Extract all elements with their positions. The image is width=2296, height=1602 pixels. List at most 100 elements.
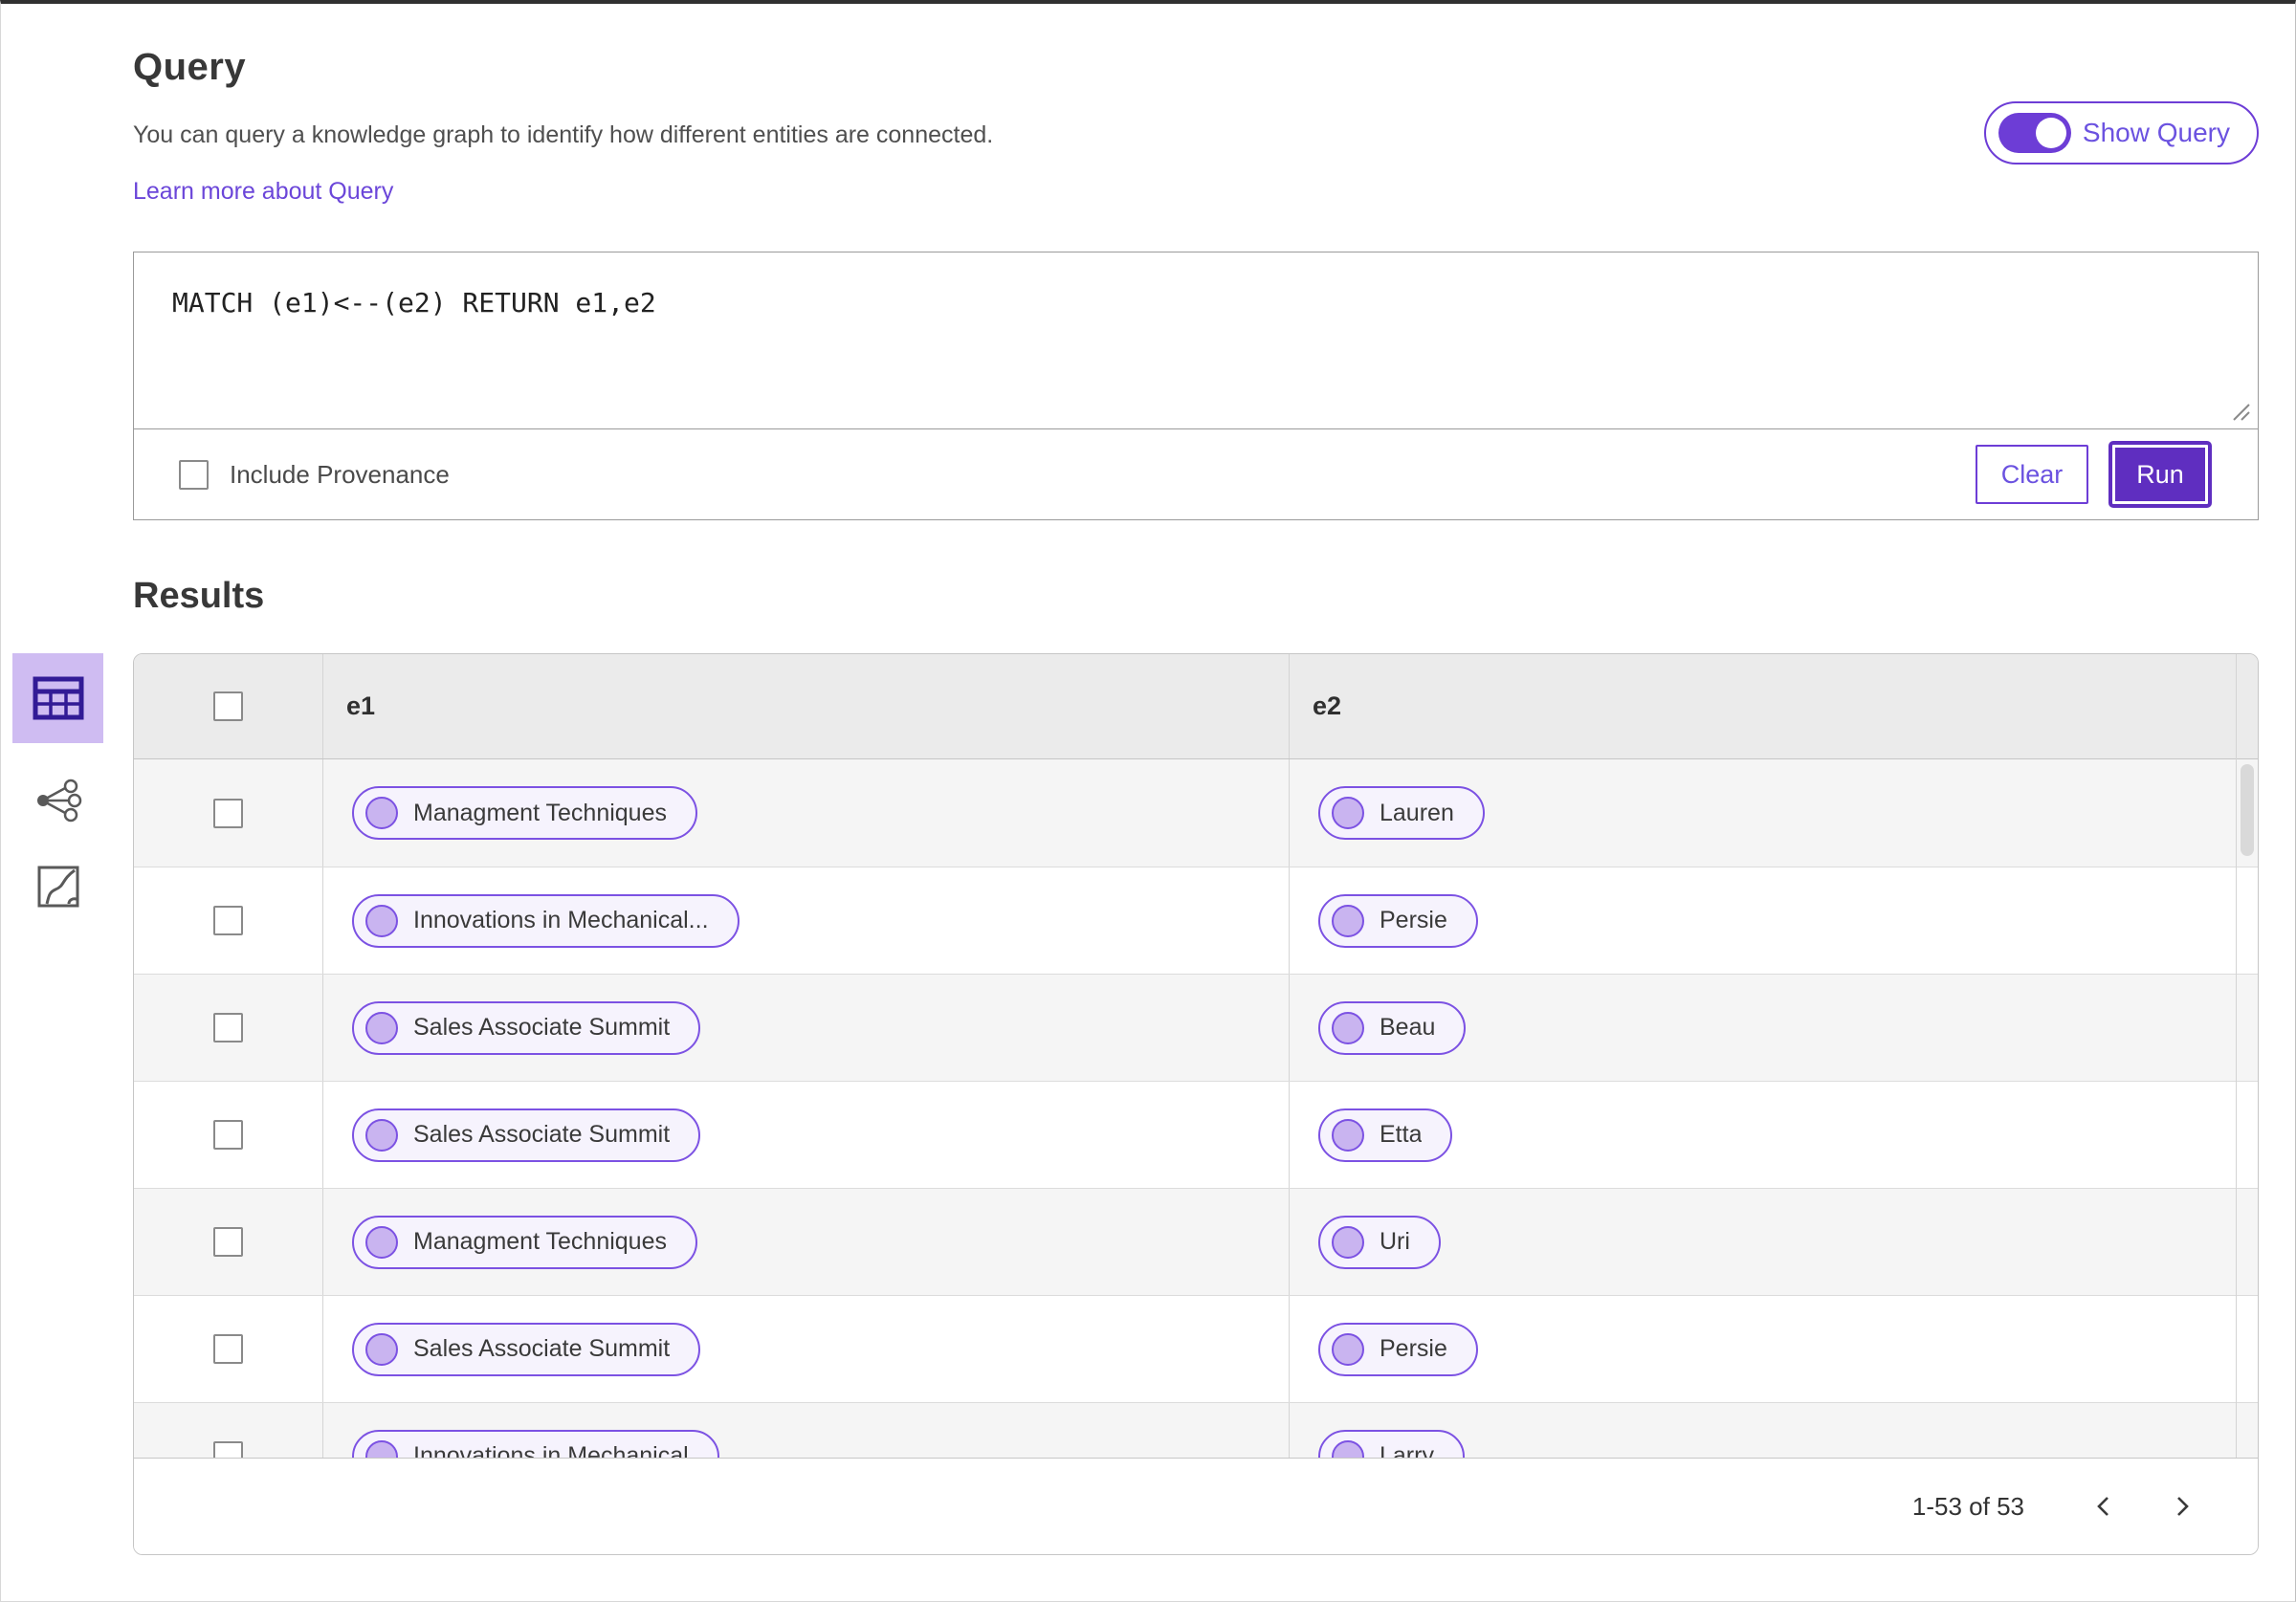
row-checkbox-cell — [134, 798, 322, 828]
learn-more-link[interactable]: Learn more about Query — [133, 178, 393, 206]
table-header-row: e1 e2 — [134, 654, 2258, 759]
entity-node-icon — [1332, 797, 1364, 829]
table-footer: 1-53 of 53 — [134, 1458, 2258, 1554]
entity-label: Sales Associate Summit — [413, 1121, 671, 1148]
row-cell-e1: Innovations in Mechanical — [322, 1403, 1289, 1458]
row-cell-e1: Sales Associate Summit — [322, 1296, 1289, 1402]
row-cell-e2: Beau — [1289, 975, 2258, 1081]
row-cell-e1: Innovations in Mechanical... — [322, 867, 1289, 974]
next-page-button[interactable] — [2162, 1483, 2202, 1529]
entity-pill[interactable]: Lauren — [1318, 786, 1485, 840]
table-row[interactable]: Sales Associate Summit Beau — [134, 974, 2258, 1081]
scrollbar-track-divider — [2236, 654, 2237, 1459]
row-cell-e1: Managment Techniques — [322, 759, 1289, 867]
table-scrollbar[interactable] — [2241, 764, 2254, 856]
toggle-knob — [2035, 118, 2066, 148]
entity-node-icon — [365, 1225, 398, 1259]
header-checkbox-cell — [134, 691, 322, 721]
query-input[interactable]: MATCH (e1)<--(e2) RETURN e1,e2 — [134, 252, 2258, 428]
entity-node-icon — [365, 1439, 398, 1458]
include-provenance-checkbox[interactable] — [179, 459, 209, 490]
results-table-panel: e1 e2 Managment Techniques Lauren Innova… — [133, 653, 2259, 1555]
row-checkbox-cell — [134, 1441, 322, 1458]
graph-view-button[interactable] — [12, 772, 103, 829]
table-row[interactable]: Sales Associate Summit Persie — [134, 1295, 2258, 1402]
row-checkbox-cell — [134, 1120, 322, 1150]
entity-node-icon — [365, 904, 398, 937]
row-checkbox-cell — [134, 906, 322, 935]
entity-node-icon — [1332, 1011, 1364, 1044]
chevron-left-icon — [2097, 1497, 2108, 1516]
entity-node-icon — [365, 1118, 398, 1152]
row-checkbox[interactable] — [213, 1013, 243, 1042]
entity-pill[interactable]: Etta — [1318, 1108, 1453, 1162]
query-page: Query You can query a knowledge graph to… — [0, 0, 2296, 1602]
entity-label: Etta — [1380, 1121, 1423, 1148]
entity-node-icon — [1332, 1439, 1364, 1458]
entity-pill[interactable]: Sales Associate Summit — [352, 1000, 701, 1055]
entity-pill[interactable]: Persie — [1318, 893, 1478, 948]
entity-node-icon — [1332, 1118, 1364, 1152]
chevron-right-icon — [2177, 1497, 2189, 1516]
toggle-switch-icon[interactable] — [1998, 113, 2071, 153]
entity-label: Persie — [1380, 907, 1447, 933]
results-title: Results — [133, 576, 265, 616]
entity-pill[interactable]: Managment Techniques — [352, 786, 697, 840]
row-checkbox[interactable] — [213, 1227, 243, 1257]
entity-pill[interactable]: Uri — [1318, 1215, 1441, 1269]
entity-label: Managment Techniques — [413, 1228, 667, 1255]
show-query-label: Show Query — [2082, 118, 2230, 147]
row-checkbox[interactable] — [213, 1441, 243, 1458]
row-cell-e1: Managment Techniques — [322, 1189, 1289, 1295]
query-actions: Clear Run — [1976, 441, 2215, 508]
entity-pill[interactable]: Larry — [1318, 1429, 1465, 1458]
table-row[interactable]: Managment Techniques Uri — [134, 1188, 2258, 1295]
entity-pill[interactable]: Managment Techniques — [352, 1215, 697, 1269]
view-switcher — [12, 653, 103, 915]
run-button[interactable]: Run — [2108, 441, 2212, 508]
row-checkbox-cell — [134, 1334, 322, 1364]
table-row[interactable]: Sales Associate Summit Etta — [134, 1081, 2258, 1188]
table-row[interactable]: Innovations in Mechanical Larry — [134, 1402, 2258, 1458]
row-checkbox[interactable] — [213, 906, 243, 935]
table-view-icon — [33, 676, 83, 720]
entity-pill[interactable]: Innovations in Mechanical... — [352, 893, 740, 948]
row-checkbox[interactable] — [213, 1334, 243, 1364]
clear-button[interactable]: Clear — [1976, 445, 2088, 504]
entity-node-icon — [365, 797, 398, 829]
table-row[interactable]: Managment Techniques Lauren — [134, 759, 2258, 867]
page-title: Query — [133, 46, 247, 88]
entity-label: Beau — [1380, 1014, 1436, 1041]
include-provenance-control[interactable]: Include Provenance — [179, 459, 450, 490]
pagination-range: 1-53 of 53 — [1911, 1491, 2024, 1521]
row-cell-e2: Uri — [1289, 1189, 2258, 1295]
entity-node-icon — [365, 1332, 398, 1366]
query-footer: Include Provenance Clear Run — [134, 429, 2258, 519]
entity-pill[interactable]: Sales Associate Summit — [352, 1108, 701, 1162]
table-view-button[interactable] — [12, 653, 103, 743]
entity-node-icon — [365, 1011, 398, 1044]
entity-label: Innovations in Mechanical... — [413, 907, 709, 933]
row-checkbox[interactable] — [213, 1120, 243, 1150]
row-cell-e2: Persie — [1289, 1296, 2258, 1402]
entity-node-icon — [1332, 904, 1364, 937]
include-provenance-label: Include Provenance — [230, 459, 450, 489]
graph-view-icon — [36, 779, 81, 823]
chart-view-icon — [37, 866, 78, 908]
previous-page-button[interactable] — [2084, 1483, 2124, 1529]
entity-pill[interactable]: Beau — [1318, 1000, 1467, 1055]
entity-pill[interactable]: Persie — [1318, 1322, 1478, 1376]
entity-pill[interactable]: Innovations in Mechanical — [352, 1429, 719, 1458]
query-header-section: Query You can query a knowledge graph to… — [133, 4, 2259, 206]
query-editor-wrap: MATCH (e1)<--(e2) RETURN e1,e2 — [134, 252, 2258, 429]
row-checkbox[interactable] — [213, 798, 243, 828]
results-area: e1 e2 Managment Techniques Lauren Innova… — [12, 653, 2259, 1555]
select-all-checkbox[interactable] — [213, 691, 243, 721]
row-cell-e1: Sales Associate Summit — [322, 975, 1289, 1081]
table-row[interactable]: Innovations in Mechanical... Persie — [134, 867, 2258, 974]
chart-view-button[interactable] — [12, 858, 103, 915]
resize-grip-icon[interactable] — [2230, 401, 2251, 422]
entity-node-icon — [1332, 1225, 1364, 1259]
entity-pill[interactable]: Sales Associate Summit — [352, 1322, 701, 1376]
show-query-toggle[interactable]: Show Query — [1983, 101, 2259, 165]
